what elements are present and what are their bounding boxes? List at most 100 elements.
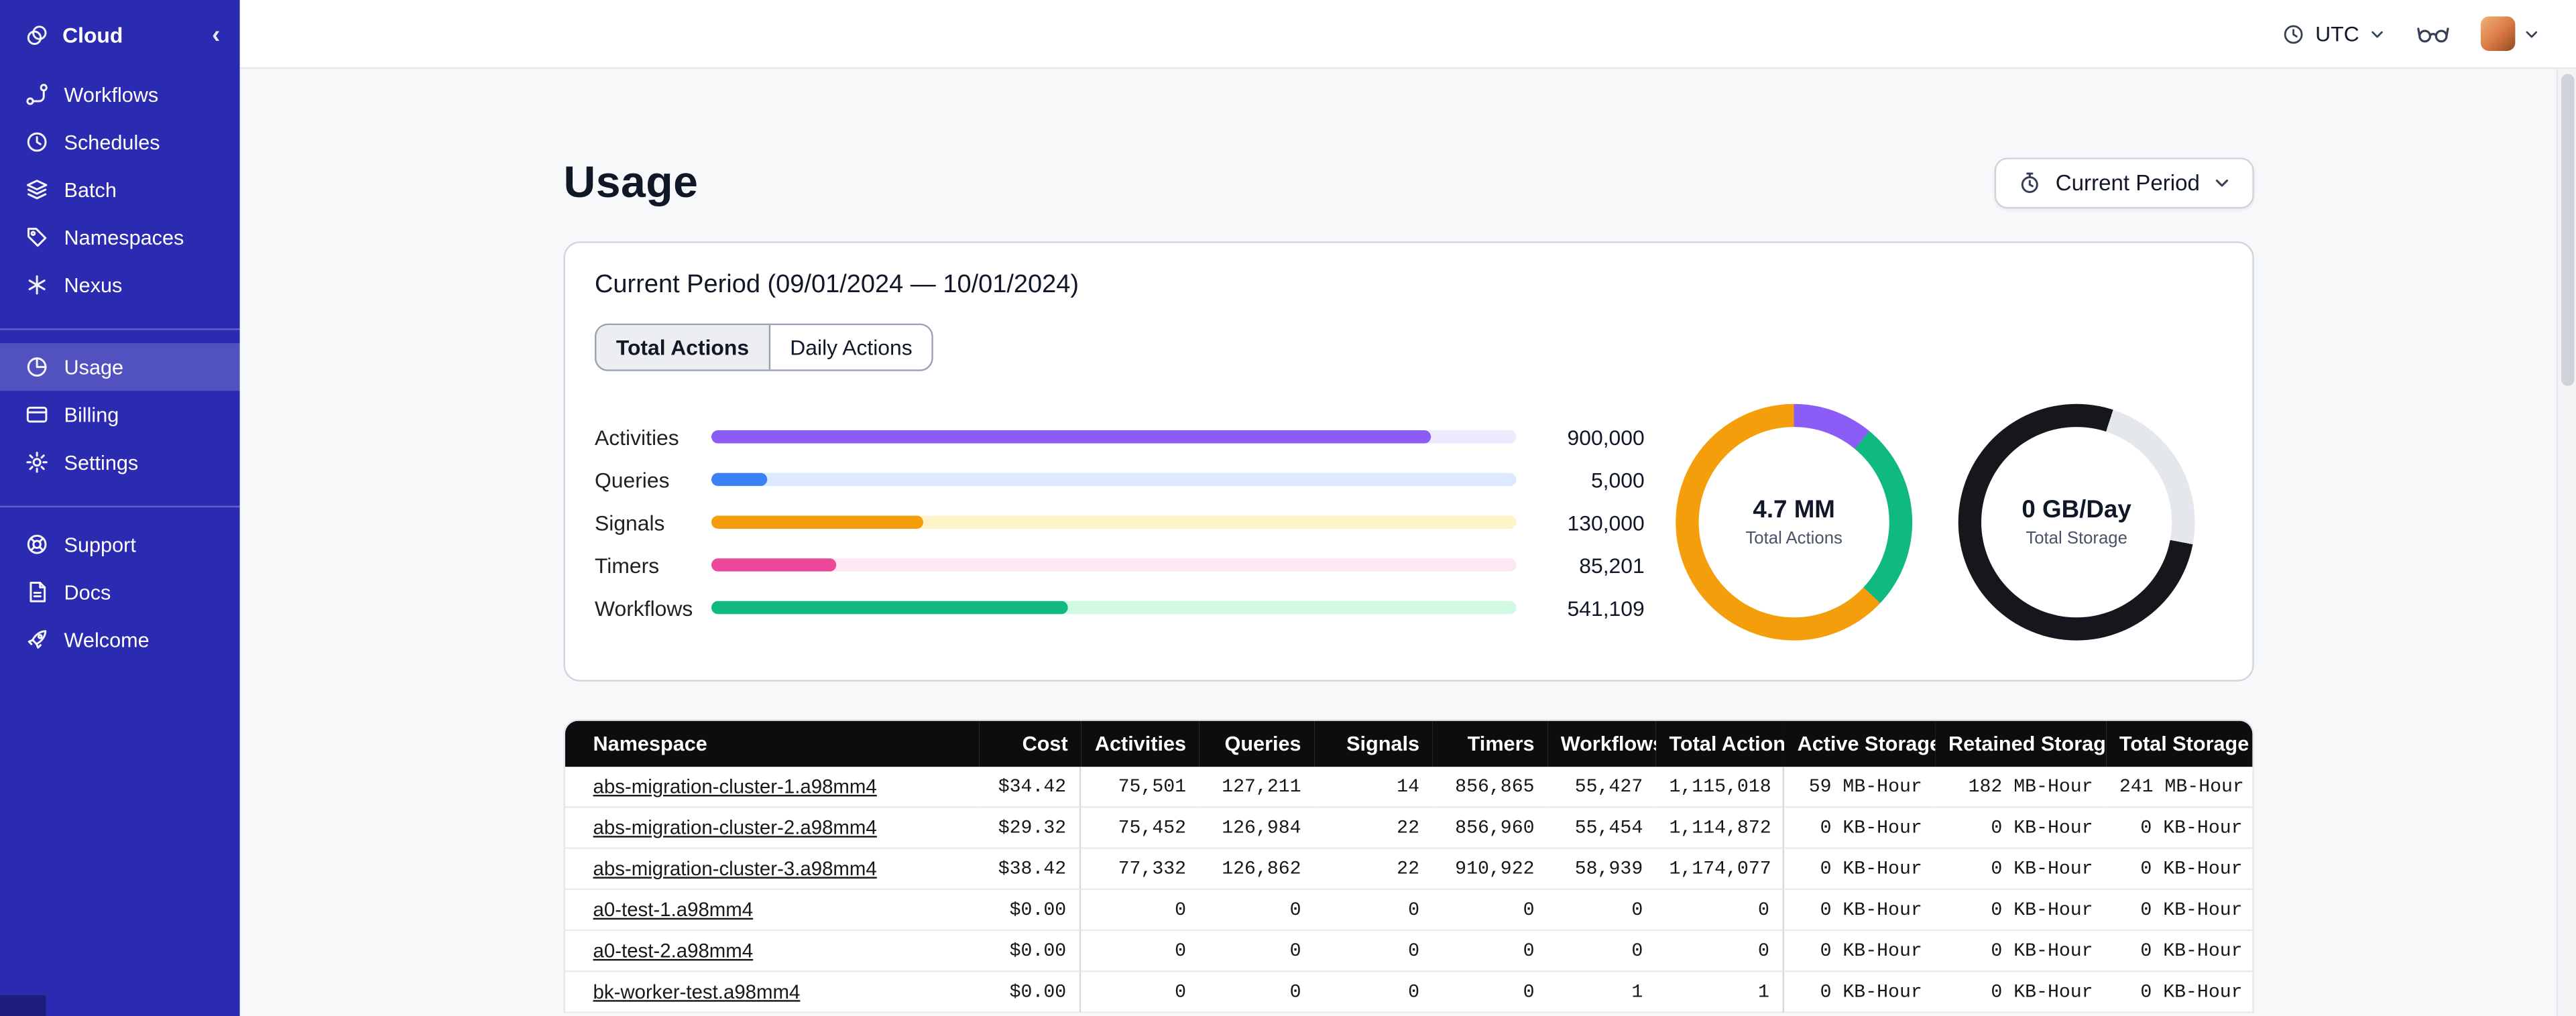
cell-signals: 0 bbox=[1314, 931, 1433, 972]
col-header-workflows: Workflows bbox=[1547, 720, 1656, 767]
chevron-down-icon bbox=[2213, 174, 2231, 192]
cell-timers: 0 bbox=[1432, 972, 1548, 1013]
sidebar-item-settings[interactable]: Settings bbox=[0, 438, 240, 486]
sidebar-item-namespaces[interactable]: Namespaces bbox=[0, 214, 240, 261]
bar-value: 130,000 bbox=[1567, 509, 1645, 535]
col-header-total-actions: Total Actions bbox=[1655, 720, 1784, 767]
chevron-down-icon bbox=[2369, 25, 2386, 42]
bar-label: Activities bbox=[594, 424, 679, 450]
col-header-timers: Timers bbox=[1432, 720, 1548, 767]
cell-total-actions: 1,174,077 bbox=[1655, 848, 1784, 891]
cell-signals: 22 bbox=[1314, 808, 1433, 849]
sidebar-item-welcome[interactable]: Welcome bbox=[0, 616, 240, 663]
cell-namespace: a0-test-2.a98mm4 bbox=[565, 931, 980, 972]
donut-center: 4.7 MM Total Actions bbox=[1676, 404, 1912, 641]
sidebar-item-label: Batch bbox=[64, 178, 117, 202]
main: UTC Usage Current Period Current Period … bbox=[239, 0, 2576, 1016]
sidebar-item-nexus[interactable]: Nexus bbox=[0, 261, 240, 309]
namespace-link[interactable]: bk-worker-test.a98mm4 bbox=[593, 980, 801, 1003]
sidebar-group: Support Docs Welcome bbox=[0, 505, 240, 670]
sidebar-item-billing[interactable]: Billing bbox=[0, 391, 240, 438]
namespace-link[interactable]: abs-migration-cluster-1.a98mm4 bbox=[593, 775, 877, 798]
cell-retained-storage: 0 KB-Hour bbox=[1935, 972, 2107, 1013]
bar-fill bbox=[711, 600, 1068, 615]
bar-track bbox=[711, 430, 1517, 444]
temporal-cloud-logo-icon bbox=[25, 23, 50, 48]
cell-namespace: abs-migration-cluster-3.a98mm4 bbox=[565, 848, 980, 891]
cell-activities: 0 bbox=[1081, 931, 1199, 972]
tab-daily-actions[interactable]: Daily Actions bbox=[768, 325, 933, 370]
bar-track bbox=[711, 515, 1517, 529]
bar-label: Queries bbox=[594, 467, 670, 492]
sidebar-item-label: Docs bbox=[64, 580, 111, 604]
cell-active-storage: 0 KB-Hour bbox=[1783, 808, 1936, 849]
scrollbar-thumb[interactable] bbox=[2560, 74, 2574, 386]
cell-activities: 0 bbox=[1081, 890, 1199, 932]
sidebar-item-label: Workflows bbox=[64, 82, 159, 107]
support-icon bbox=[25, 532, 50, 557]
current-period-title: Current Period (09/01/2024 — 10/01/2024) bbox=[594, 271, 1079, 299]
sidebar-item-workflows[interactable]: Workflows bbox=[0, 70, 240, 118]
batch-icon bbox=[25, 178, 50, 202]
col-header-signals: Signals bbox=[1314, 720, 1433, 767]
cell-workflows: 0 bbox=[1547, 890, 1656, 932]
sidebar-bottom-accent bbox=[0, 995, 46, 1016]
bar-track bbox=[711, 558, 1517, 572]
table-row: bk-worker-test.a98mm4 $0.00 0 0 0 0 1 1 0 KB-Hou… bbox=[565, 972, 2253, 1013]
bar-value: 541,109 bbox=[1567, 595, 1645, 620]
cell-workflows: 1 bbox=[1547, 972, 1656, 1013]
cell-retained-storage: 182 MB-Hour bbox=[1935, 767, 2107, 808]
current-period-card: Current Period (09/01/2024 — 10/01/2024)… bbox=[563, 241, 2254, 682]
period-selector-button[interactable]: Current Period bbox=[1995, 157, 2254, 209]
donut-chart: 4.7 MM Total Actions bbox=[1676, 403, 1913, 641]
sidebar: Cloud ‹ Workflows Schedules Batch Namespace… bbox=[0, 0, 240, 1016]
cell-total-actions: 1 bbox=[1655, 972, 1784, 1013]
cell-retained-storage: 0 KB-Hour bbox=[1935, 890, 2107, 932]
cell-activities: 0 bbox=[1081, 972, 1199, 1013]
cell-cost: $0.00 bbox=[979, 890, 1081, 932]
namespace-link[interactable]: abs-migration-cluster-2.a98mm4 bbox=[593, 816, 877, 839]
sidebar-item-batch[interactable]: Batch bbox=[0, 166, 240, 213]
page-title: Usage bbox=[563, 157, 699, 207]
donut-charts: 4.7 MM Total Actions 0 GB/Day Total Storage bbox=[1676, 403, 2195, 641]
bar-fill bbox=[711, 472, 768, 487]
sidebar-item-label: Billing bbox=[64, 403, 119, 426]
glasses-icon[interactable] bbox=[2415, 21, 2451, 46]
bar-fill bbox=[711, 430, 1431, 444]
timezone-selector[interactable]: UTC bbox=[2282, 21, 2386, 46]
usage-bar-row: Signals 130,000 bbox=[595, 501, 1646, 544]
user-avatar[interactable] bbox=[2480, 16, 2516, 51]
settings-icon bbox=[25, 450, 50, 474]
cell-queries: 127,211 bbox=[1199, 767, 1315, 808]
donut-value: 0 GB/Day bbox=[2022, 495, 2131, 524]
collapse-sidebar-button[interactable]: ‹ bbox=[212, 23, 220, 48]
col-header-namespace: Namespace bbox=[565, 720, 980, 767]
tab-total-actions[interactable]: Total Actions bbox=[596, 325, 769, 370]
topbar: UTC bbox=[239, 0, 2576, 69]
sidebar-item-docs[interactable]: Docs bbox=[0, 568, 240, 616]
cell-activities: 75,452 bbox=[1081, 808, 1199, 849]
col-header-active-storage: Active Storage bbox=[1783, 720, 1936, 767]
usage-bar-row: Activities 900,000 bbox=[595, 416, 1646, 458]
sidebar-group: Workflows Schedules Batch Namespaces Nexus bbox=[0, 64, 240, 316]
usage-bar-row: Workflows 541,109 bbox=[595, 586, 1646, 629]
scrollbar[interactable] bbox=[2556, 68, 2576, 1016]
cell-namespace: abs-migration-cluster-2.a98mm4 bbox=[565, 808, 980, 849]
user-menu[interactable] bbox=[2480, 16, 2540, 51]
namespace-link[interactable]: a0-test-2.a98mm4 bbox=[593, 940, 754, 962]
sidebar-item-schedules[interactable]: Schedules bbox=[0, 118, 240, 166]
docs-icon bbox=[25, 580, 50, 605]
usage-bar-row: Queries 5,000 bbox=[595, 458, 1646, 501]
namespace-link[interactable]: abs-migration-cluster-3.a98mm4 bbox=[593, 857, 877, 880]
sidebar-item-support[interactable]: Support bbox=[0, 521, 240, 568]
cell-active-storage: 0 KB-Hour bbox=[1783, 890, 1936, 932]
cell-namespace: abs-migration-cluster-1.a98mm4 bbox=[565, 767, 980, 808]
sidebar-item-usage[interactable]: Usage bbox=[0, 343, 240, 391]
sidebar-item-label: Support bbox=[64, 533, 136, 556]
namespace-usage-table: Namespace Cost Activities Queries Signals Tim… bbox=[563, 719, 2254, 1013]
namespace-link[interactable]: a0-test-1.a98mm4 bbox=[593, 898, 754, 921]
table-row: abs-migration-cluster-3.a98mm4 $38.42 77,3… bbox=[565, 848, 2253, 891]
col-header-activities: Activities bbox=[1081, 720, 1199, 767]
cell-cost: $34.42 bbox=[979, 767, 1081, 808]
donut-center: 0 GB/Day Total Storage bbox=[1958, 404, 2195, 641]
